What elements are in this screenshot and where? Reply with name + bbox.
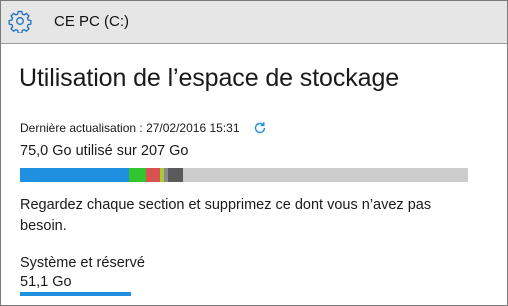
storage-usage-window: CE PC (C:) Utilisation de l’espace de st…: [0, 0, 508, 306]
settings-button[interactable]: [7, 8, 33, 34]
gear-icon: [8, 10, 32, 33]
storage-bar-segment: [129, 168, 146, 182]
last-updated-row: Dernière actualisation : 27/02/2016 15:3…: [20, 121, 267, 135]
usage-summary: 75,0 Go utilisé sur 207 Go: [20, 143, 189, 159]
window-title: CE PC (C:): [54, 13, 129, 30]
refresh-button[interactable]: [253, 121, 267, 135]
page-title: Utilisation de l’espace de stockage: [19, 64, 400, 92]
storage-bar-segment: [20, 168, 129, 182]
storage-bar-segment: [146, 168, 160, 182]
category-size: 51,1 Go: [20, 274, 72, 290]
title-bar: CE PC (C:): [1, 1, 507, 44]
refresh-icon: [254, 122, 265, 134]
category-usage-bar: [20, 292, 131, 296]
storage-usage-bar: [20, 168, 468, 182]
instruction-text: Regardez chaque section et supprimez ce …: [20, 197, 432, 234]
last-updated-label: Dernière actualisation : 27/02/2016 15:3…: [20, 121, 240, 135]
category-system-reserved[interactable]: Système et réservé 51,1 Go: [20, 255, 220, 296]
category-name: Système et réservé: [20, 255, 145, 271]
storage-bar-segment: [168, 168, 183, 182]
